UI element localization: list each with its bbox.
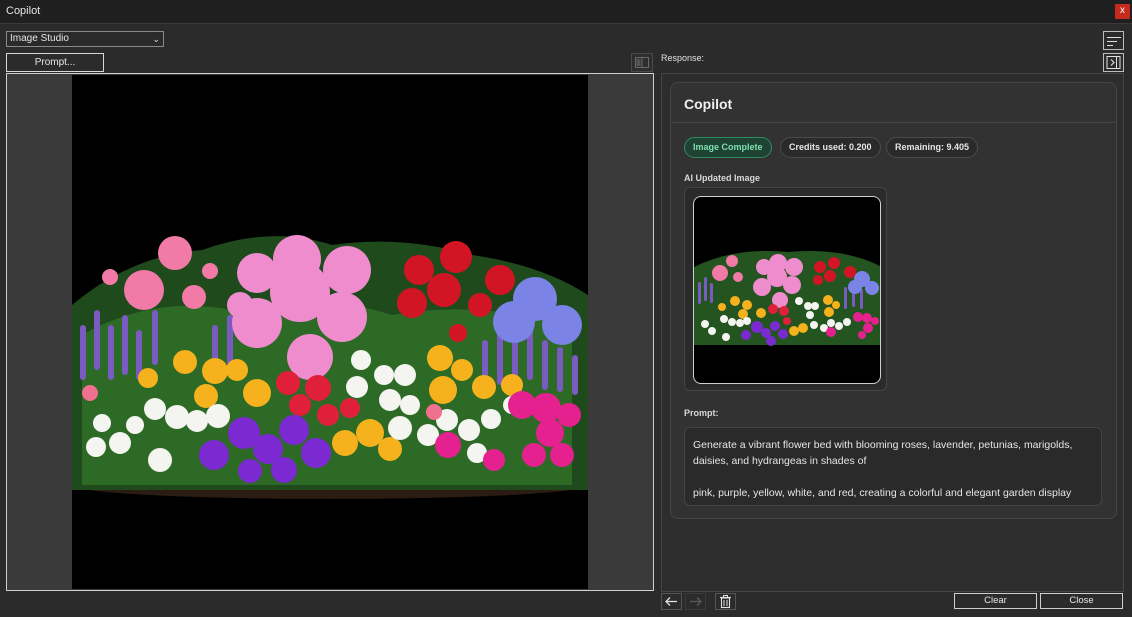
trash-icon	[720, 595, 731, 609]
response-label: Response:	[661, 53, 705, 63]
generated-image	[72, 75, 588, 589]
close-button[interactable]: Close	[1040, 593, 1123, 609]
prompt-section-label: Prompt:	[684, 408, 719, 418]
title-bar: Copilot x	[0, 0, 1132, 24]
arrow-left-icon	[665, 597, 677, 606]
card-divider	[671, 122, 1116, 123]
collapse-panel-icon	[1106, 56, 1121, 69]
mode-select[interactable]: Image Studio ⌄	[6, 31, 164, 47]
delete-button[interactable]	[715, 593, 736, 610]
clear-button[interactable]: Clear	[954, 593, 1037, 609]
forward-button[interactable]	[685, 593, 706, 610]
mode-select-value: Image Studio	[10, 33, 69, 44]
prompt-text-box: Generate a vibrant flower bed with bloom…	[684, 427, 1102, 506]
credits-used-badge: Credits used: 0.200	[780, 137, 881, 158]
response-card: Copilot Image Complete Credits used: 0.2…	[670, 82, 1117, 519]
image-canvas[interactable]	[6, 73, 654, 591]
status-badge: Image Complete	[684, 137, 772, 158]
window-title: Copilot	[6, 5, 41, 17]
remaining-badge: Remaining: 9.405	[886, 137, 979, 158]
back-button[interactable]	[661, 593, 682, 610]
sort-button[interactable]	[1103, 31, 1124, 50]
arrow-right-icon	[690, 597, 702, 606]
card-title: Copilot	[684, 96, 733, 112]
prompt-text-line1: Generate a vibrant flower bed with bloom…	[693, 439, 1073, 467]
image-section-label: AI Updated Image	[684, 173, 761, 183]
collapse-panel-button[interactable]	[1103, 53, 1124, 72]
split-view-icon	[635, 57, 649, 68]
split-view-button[interactable]	[631, 53, 653, 72]
image-thumbnail[interactable]	[693, 196, 881, 384]
chevron-down-icon: ⌄	[152, 34, 160, 44]
response-panel: Copilot Image Complete Credits used: 0.2…	[661, 73, 1124, 592]
prompt-text-line2: pink, purple, yellow, white, and red, cr…	[693, 487, 1072, 499]
image-thumbnail-container[interactable]	[684, 187, 887, 391]
window-close-button[interactable]: x	[1115, 4, 1130, 19]
prompt-button[interactable]: Prompt...	[6, 53, 104, 72]
